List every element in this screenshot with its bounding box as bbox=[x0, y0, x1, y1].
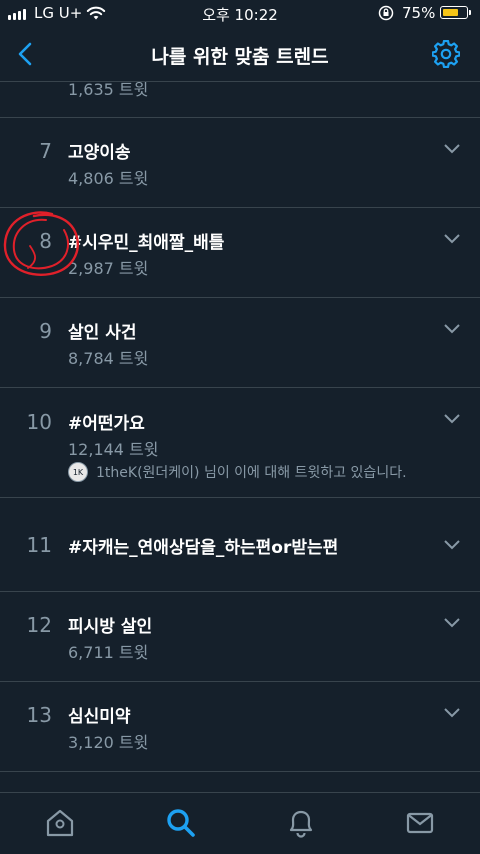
trend-name: #시우민_최애짤_배틀 bbox=[68, 233, 225, 253]
trend-rank: 7 bbox=[39, 139, 52, 163]
trend-tweet-count: 3,120 트윗 bbox=[68, 733, 149, 752]
trend-tweet-count: 12,144 트윗 bbox=[68, 440, 159, 459]
trend-rank: 11 bbox=[26, 533, 52, 557]
trend-name: 고양이송 bbox=[68, 143, 131, 163]
partial-trend-count: 1,635 트윗 bbox=[68, 82, 149, 99]
trend-row[interactable]: 10 #어떤가요 12,144 트윗 1K 1theK(원더케이) 님이 이에 … bbox=[0, 388, 480, 498]
trend-row[interactable]: 8 #시우민_최애짤_배틀 2,987 트윗 bbox=[0, 208, 480, 298]
chevron-down-icon[interactable] bbox=[444, 234, 460, 244]
avatar: 1K bbox=[68, 462, 88, 482]
trend-name: #어떤가요 bbox=[68, 414, 145, 434]
battery-percent: 75% bbox=[402, 4, 436, 22]
trend-context-text: 1theK(원더케이) 님이 이에 대해 트윗하고 있습니다. bbox=[96, 465, 407, 481]
trend-rank: 8 bbox=[39, 229, 52, 253]
trend-name: 피시방 살인 bbox=[68, 617, 153, 637]
trend-row[interactable]: 9 살인 사건 8,784 트윗 bbox=[0, 298, 480, 388]
trend-row[interactable]: 12 피시방 살인 6,711 트윗 bbox=[0, 592, 480, 682]
page-title: 나를 위한 맞춤 트렌드 bbox=[151, 46, 329, 68]
chevron-down-icon[interactable] bbox=[444, 414, 460, 424]
trend-rank: 12 bbox=[26, 613, 52, 637]
trend-name: #자캐는_연애상담을_하는편or받는편 bbox=[68, 538, 339, 558]
trend-context: 1K 1theK(원더케이) 님이 이에 대해 트윗하고 있습니다. bbox=[68, 462, 407, 482]
tab-bar bbox=[0, 792, 480, 854]
chevron-down-icon[interactable] bbox=[444, 144, 460, 154]
search-icon[interactable] bbox=[165, 807, 197, 839]
trend-tweet-count: 8,784 트윗 bbox=[68, 349, 149, 368]
battery-level bbox=[443, 9, 458, 16]
trend-row[interactable]: 13 심신미약 3,120 트윗 bbox=[0, 682, 480, 772]
trend-name: 살인 사건 bbox=[68, 323, 137, 343]
trend-row[interactable]: 11 #자캐는_연애상담을_하는편or받는편 bbox=[0, 498, 480, 592]
trend-tweet-count: 6,711 트윗 bbox=[68, 643, 149, 662]
trend-tweet-count: 2,987 트윗 bbox=[68, 259, 149, 278]
chevron-down-icon[interactable] bbox=[444, 708, 460, 718]
trend-list: 1,635 트윗 7 고양이송 4,806 트윗 8 #시우민_최애짤_배틀 2… bbox=[0, 82, 480, 792]
trend-tweet-count: 4,806 트윗 bbox=[68, 169, 149, 188]
battery-icon bbox=[440, 6, 471, 19]
rotation-lock-icon bbox=[378, 5, 394, 21]
trend-rank: 10 bbox=[26, 410, 52, 434]
bell-icon[interactable] bbox=[285, 807, 317, 839]
chevron-down-icon[interactable] bbox=[444, 618, 460, 628]
chevron-down-icon[interactable] bbox=[444, 324, 460, 334]
home-icon[interactable] bbox=[44, 807, 76, 839]
trend-name: 심신미약 bbox=[68, 707, 131, 727]
trend-row[interactable]: 7 고양이송 4,806 트윗 bbox=[0, 118, 480, 208]
gear-icon[interactable] bbox=[432, 40, 460, 68]
trend-rank: 9 bbox=[39, 319, 52, 343]
chevron-down-icon[interactable] bbox=[444, 540, 460, 550]
status-bar: LG U+ 오후 10:22 75% bbox=[0, 0, 480, 28]
trend-rank: 13 bbox=[26, 703, 52, 727]
header: 나를 위한 맞춤 트렌드 bbox=[0, 28, 480, 82]
mail-icon[interactable] bbox=[404, 807, 436, 839]
